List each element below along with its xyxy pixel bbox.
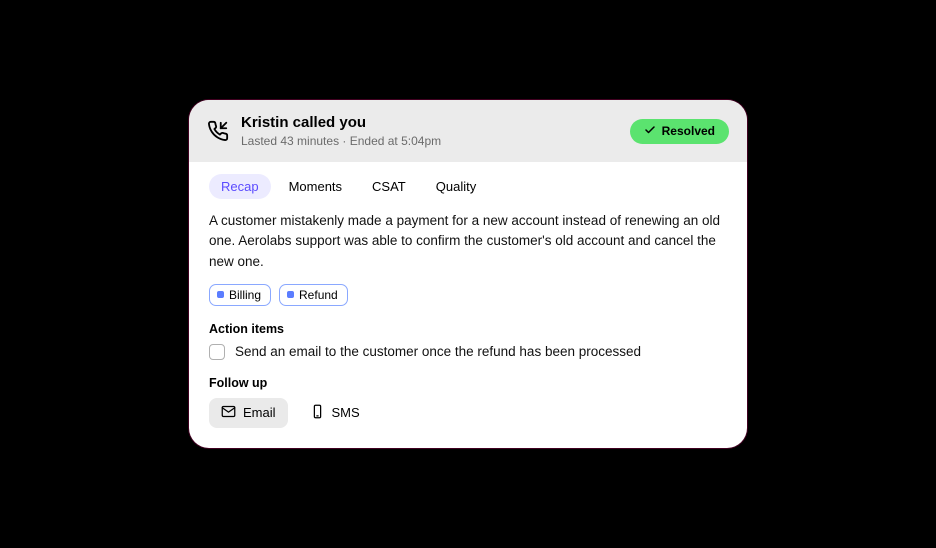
status-label: Resolved <box>662 124 715 138</box>
action-item-text: Send an email to the customer once the r… <box>235 344 641 359</box>
follow-up-heading: Follow up <box>209 376 727 390</box>
call-summary-card: Kristin called you Lasted 43 minutes · E… <box>189 100 747 448</box>
tag-dot-icon <box>217 291 224 298</box>
tag-label: Billing <box>229 288 261 302</box>
tag-label: Refund <box>299 288 338 302</box>
tab-csat[interactable]: CSAT <box>360 174 418 199</box>
tab-recap[interactable]: Recap <box>209 174 271 199</box>
tag-dot-icon <box>287 291 294 298</box>
tab-quality[interactable]: Quality <box>424 174 488 199</box>
action-item-checkbox[interactable] <box>209 344 225 360</box>
envelope-icon <box>221 404 236 422</box>
status-badge: Resolved <box>630 119 729 144</box>
follow-up-email-button[interactable]: Email <box>209 398 288 428</box>
recap-body: A customer mistakenly made a payment for… <box>209 211 727 272</box>
card-header: Kristin called you Lasted 43 minutes · E… <box>189 100 747 162</box>
header-text-block: Kristin called you Lasted 43 minutes · E… <box>241 114 618 148</box>
device-icon <box>310 404 325 422</box>
tab-bar: Recap Moments CSAT Quality <box>209 174 727 199</box>
action-item-row: Send an email to the customer once the r… <box>209 344 727 360</box>
follow-up-sms-button[interactable]: SMS <box>298 398 372 428</box>
tag-refund[interactable]: Refund <box>279 284 348 306</box>
card-body: Recap Moments CSAT Quality A customer mi… <box>189 162 747 448</box>
check-icon <box>644 124 656 139</box>
viewport: Kristin called you Lasted 43 minutes · E… <box>0 0 936 548</box>
follow-up-label: Email <box>243 405 276 420</box>
call-title: Kristin called you <box>241 114 618 133</box>
follow-up-label: SMS <box>332 405 360 420</box>
call-subtitle: Lasted 43 minutes · Ended at 5:04pm <box>241 134 618 148</box>
tag-billing[interactable]: Billing <box>209 284 271 306</box>
incoming-call-icon <box>207 120 229 142</box>
tag-row: Billing Refund <box>209 284 727 306</box>
follow-up-row: Email SMS <box>209 398 727 428</box>
tab-moments[interactable]: Moments <box>277 174 354 199</box>
action-items-heading: Action items <box>209 322 727 336</box>
